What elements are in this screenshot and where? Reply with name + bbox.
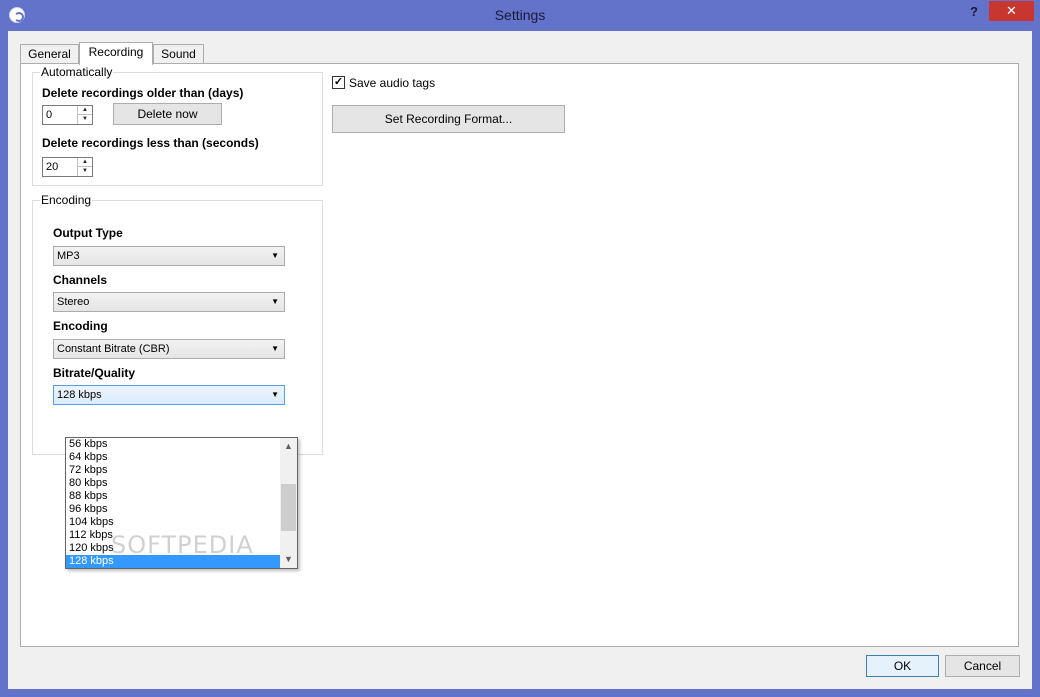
- channels-value: Stereo: [57, 296, 90, 308]
- tab-general[interactable]: General: [20, 44, 79, 64]
- chevron-down-icon: ▼: [271, 297, 279, 306]
- older-than-spinner[interactable]: 0 ▲ ▼: [42, 105, 93, 125]
- title-bar[interactable]: Settings ? ✕: [0, 0, 1040, 31]
- less-than-spinner[interactable]: 20 ▲ ▼: [42, 157, 93, 177]
- less-than-value[interactable]: 20: [46, 161, 58, 173]
- help-button[interactable]: ?: [962, 2, 986, 22]
- channels-select[interactable]: Stereo ▼: [53, 292, 285, 312]
- chevron-down-icon: ▼: [271, 390, 279, 399]
- watermark: SOFTPEDIA: [111, 531, 254, 559]
- output-type-value: MP3: [57, 250, 80, 262]
- output-type-label: Output Type: [53, 226, 123, 240]
- bitrate-option[interactable]: 80 kbps: [66, 477, 280, 490]
- ok-button[interactable]: OK: [866, 655, 939, 677]
- chevron-down-icon[interactable]: ▼: [280, 551, 297, 568]
- encoding-group: Encoding Output Type MP3 ▼ Channels Ster…: [32, 193, 323, 455]
- older-than-value[interactable]: 0: [46, 109, 52, 121]
- chevron-down-icon: ▼: [271, 251, 279, 260]
- older-than-arrows: ▲ ▼: [77, 106, 92, 124]
- save-audio-tags-checkbox[interactable]: ✓: [332, 76, 345, 89]
- bitrate-select[interactable]: 128 kbps ▼: [53, 385, 285, 405]
- automatically-legend: Automatically: [40, 65, 114, 79]
- bitrate-value: 128 kbps: [57, 389, 102, 401]
- bitrate-option[interactable]: 88 kbps: [66, 490, 280, 503]
- dialog-client: General Recording Sound Automatically De…: [8, 31, 1032, 689]
- chevron-down-icon: ▼: [271, 344, 279, 353]
- encoding-mode-select[interactable]: Constant Bitrate (CBR) ▼: [53, 339, 285, 359]
- delete-now-button[interactable]: Delete now: [113, 103, 222, 125]
- encoding-mode-value: Constant Bitrate (CBR): [57, 343, 170, 355]
- settings-window: Settings ? ✕ General Recording Sound Aut…: [0, 0, 1040, 697]
- close-button[interactable]: ✕: [989, 1, 1034, 21]
- spin-down-icon[interactable]: ▼: [78, 115, 92, 124]
- older-than-label: Delete recordings older than (days): [42, 86, 244, 100]
- less-than-arrows: ▲ ▼: [77, 158, 92, 176]
- scrollbar-thumb[interactable]: [281, 484, 296, 531]
- bitrate-option[interactable]: 56 kbps: [66, 438, 280, 451]
- tab-recording[interactable]: Recording: [79, 42, 153, 65]
- channels-label: Channels: [53, 273, 108, 287]
- tab-sound[interactable]: Sound: [153, 44, 204, 64]
- set-recording-format-button[interactable]: Set Recording Format...: [332, 105, 565, 133]
- spin-down-icon[interactable]: ▼: [78, 167, 92, 176]
- encoding-mode-label: Encoding: [53, 319, 108, 333]
- bitrate-option[interactable]: 104 kbps: [66, 516, 280, 529]
- less-than-label: Delete recordings less than (seconds): [42, 136, 259, 150]
- output-type-select[interactable]: MP3 ▼: [53, 246, 285, 266]
- automatically-group: Automatically Delete recordings older th…: [32, 65, 323, 186]
- bitrate-label: Bitrate/Quality: [53, 366, 136, 380]
- recording-tab-page: Automatically Delete recordings older th…: [20, 63, 1019, 647]
- save-audio-tags-label[interactable]: Save audio tags: [349, 76, 435, 90]
- chevron-up-icon[interactable]: ▲: [280, 438, 297, 455]
- dropdown-scrollbar[interactable]: ▲ ▼: [280, 438, 297, 568]
- checkmark-icon: ✓: [333, 76, 344, 88]
- spin-up-icon[interactable]: ▲: [78, 106, 92, 115]
- bitrate-option[interactable]: 72 kbps: [66, 464, 280, 477]
- cancel-button[interactable]: Cancel: [945, 655, 1020, 677]
- window-title: Settings: [494, 7, 546, 23]
- spin-up-icon[interactable]: ▲: [78, 158, 92, 167]
- bitrate-option[interactable]: 64 kbps: [66, 451, 280, 464]
- bitrate-option[interactable]: 96 kbps: [66, 503, 280, 516]
- encoding-legend: Encoding: [40, 193, 93, 207]
